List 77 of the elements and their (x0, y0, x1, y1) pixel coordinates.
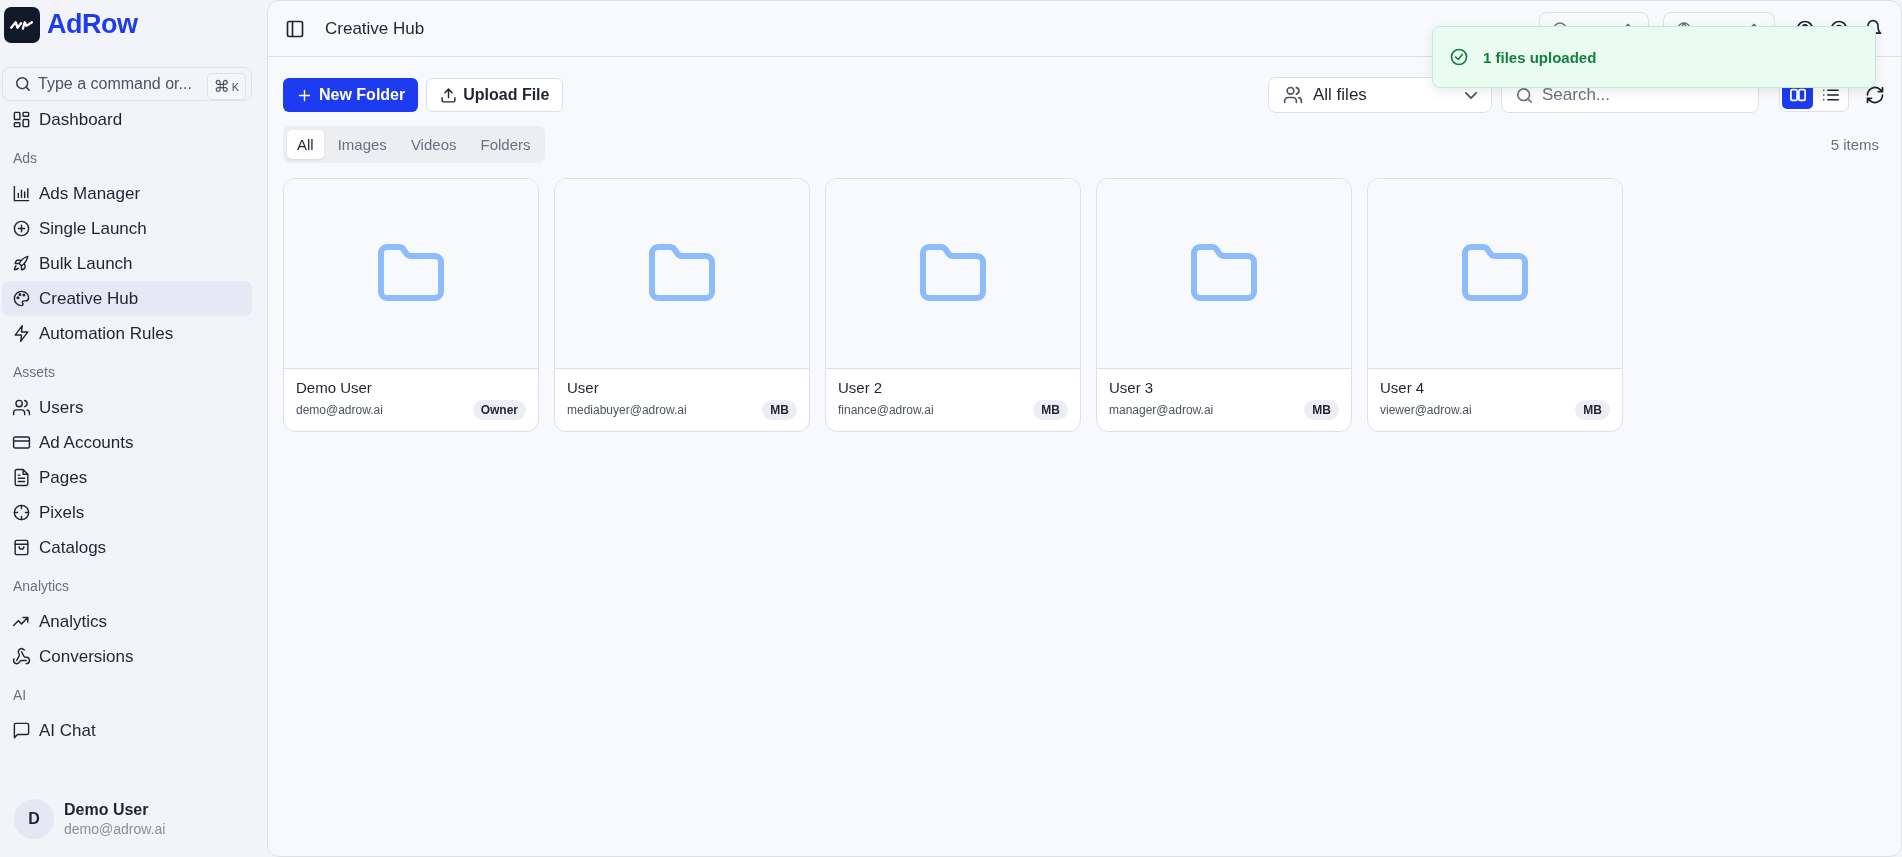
sidebar-item[interactable]: Ads Manager (2, 176, 252, 211)
folder-name: User 4 (1380, 379, 1426, 396)
page-title: Creative Hub (325, 18, 425, 39)
filter-tab[interactable]: Images (327, 130, 397, 159)
user-name: Demo User (64, 801, 150, 819)
sidebar-toggle-icon[interactable] (285, 18, 305, 39)
sidebar-item[interactable]: Creative Hub (2, 281, 252, 316)
folder-email: demo@adrow.ai (296, 403, 383, 417)
chevron-down-icon (1465, 91, 1477, 99)
sidebar-item[interactable]: Catalogs (2, 530, 252, 565)
grid-icon (12, 110, 31, 129)
grid-icon (1789, 87, 1806, 103)
item-count: 5 items (1830, 136, 1880, 153)
role-badge: MB (1033, 400, 1068, 420)
logo-icon (4, 6, 40, 43)
users-icon (12, 398, 31, 417)
folder-card[interactable]: User 3 manager@adrow.ai MB (1096, 178, 1352, 432)
folder-name: User 2 (838, 379, 884, 396)
section-label: Analytics (12, 577, 71, 596)
folder-card[interactable]: User 4 viewer@adrow.ai MB (1367, 178, 1623, 432)
folder-card[interactable]: User 2 finance@adrow.ai MB (825, 178, 1081, 432)
bag-icon (12, 538, 31, 557)
filter-tab[interactable]: All (287, 130, 324, 159)
palette-icon (12, 289, 31, 308)
bolt-icon (12, 324, 31, 343)
search-icon (16, 77, 30, 91)
section-label: Ads (12, 149, 39, 168)
list-icon (1822, 87, 1839, 103)
sidebar-item[interactable]: Automation Rules (2, 316, 252, 351)
filter-tab[interactable]: Folders (470, 130, 541, 159)
upload-icon (440, 86, 458, 104)
folder-name: Demo User (296, 379, 373, 396)
role-badge: Owner (472, 400, 526, 420)
folder-name: User 3 (1109, 379, 1155, 396)
new-folder-button[interactable]: New Folder (283, 78, 419, 112)
sidebar-item[interactable]: Analytics (2, 604, 252, 639)
refresh-icon[interactable] (1865, 85, 1885, 105)
file-icon (12, 468, 31, 487)
search-icon (1517, 88, 1532, 103)
avatar: D (14, 799, 54, 839)
upload-file-button[interactable]: Upload File (426, 78, 564, 112)
check-circle-icon (1449, 47, 1469, 67)
role-badge: MB (1304, 400, 1339, 420)
user-email: demo@adrow.ai (64, 821, 166, 837)
chat-icon (12, 721, 31, 740)
section-label: Assets (12, 363, 56, 382)
role-badge: MB (1575, 400, 1610, 420)
users-icon (1283, 85, 1303, 105)
role-badge: MB (762, 400, 797, 420)
toast-message: 1 files uploaded (1483, 48, 1597, 66)
card-icon (12, 433, 31, 452)
owner-filter-select[interactable]: All files (1268, 77, 1492, 113)
folder-email: finance@adrow.ai (838, 403, 934, 417)
folder-email: mediabuyer@adrow.ai (567, 403, 687, 417)
sidebar-item[interactable]: Pixels (2, 495, 252, 530)
folder-card[interactable]: Demo User demo@adrow.ai Owner (283, 178, 539, 432)
sidebar-item[interactable]: Users (2, 390, 252, 425)
sidebar-item[interactable]: Pages (2, 460, 252, 495)
shortcut-badge: ⌘K (206, 73, 246, 100)
sidebar-item[interactable]: Single Launch (2, 211, 252, 246)
sidebar-item[interactable]: AI Chat (2, 713, 252, 748)
folder-name: User (567, 379, 600, 396)
sidebar-item[interactable]: Conversions (2, 639, 252, 674)
folder-card[interactable]: User mediabuyer@adrow.ai MB (554, 178, 810, 432)
sidebar-item[interactable]: Dashboard (2, 102, 252, 137)
filter-tab[interactable]: Videos (400, 130, 467, 159)
brand-name: AdRow (47, 9, 138, 40)
target-icon (12, 503, 31, 522)
hook-icon (12, 647, 31, 666)
sidebar-item[interactable]: Ad Accounts (2, 425, 252, 460)
rocket-icon (12, 254, 31, 273)
section-label: AI (12, 686, 28, 705)
folder-email: manager@adrow.ai (1109, 403, 1214, 417)
plus-icon (12, 219, 31, 238)
folder-email: viewer@adrow.ai (1380, 403, 1472, 417)
sidebar-item[interactable]: Bulk Launch (2, 246, 252, 281)
chart-icon (12, 184, 31, 203)
